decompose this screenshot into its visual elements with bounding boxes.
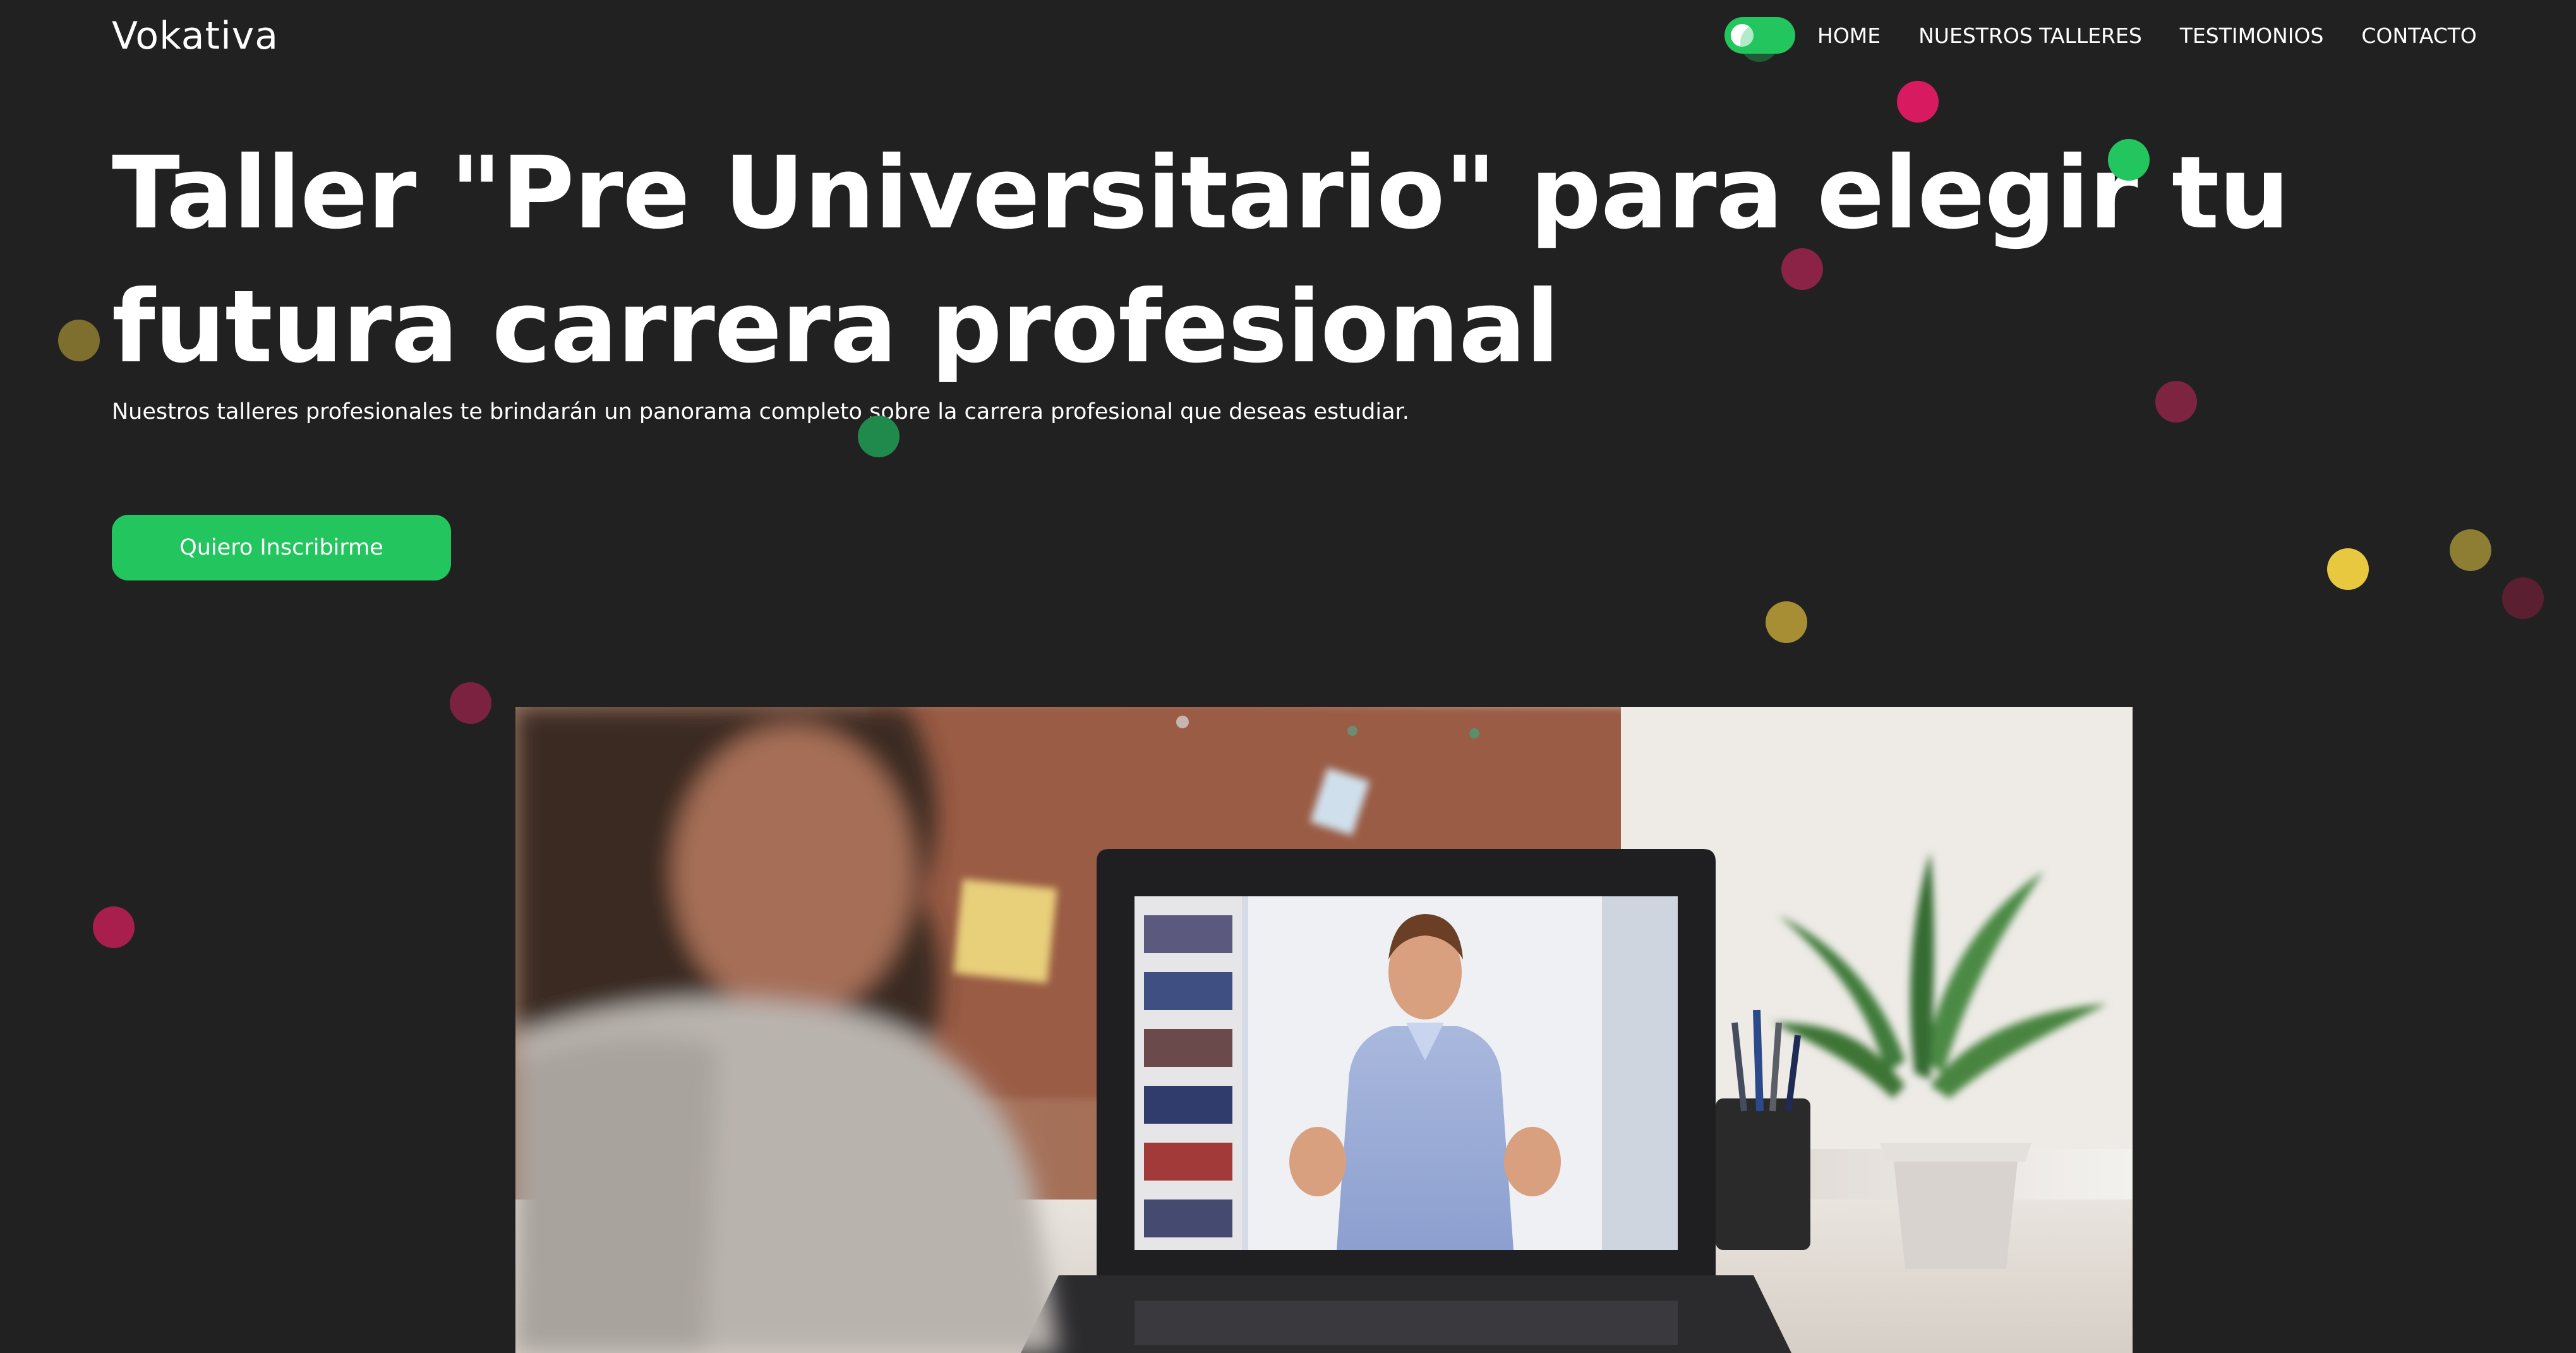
decor-dot xyxy=(2327,548,2369,590)
nav-link-home[interactable]: HOME xyxy=(1817,23,1881,48)
decor-dot xyxy=(1740,24,1778,62)
nav-link-testimonios[interactable]: TESTIMONIOS xyxy=(2180,23,2324,48)
decor-dot xyxy=(93,906,135,948)
nav-link-talleres[interactable]: NUESTROS TALLERES xyxy=(1918,23,2142,48)
decor-dot xyxy=(2155,381,2197,423)
decor-dot xyxy=(858,416,900,457)
hero-image xyxy=(515,707,2133,1353)
decor-dot xyxy=(1781,248,1823,290)
decor-dot xyxy=(450,682,491,724)
brand-logo[interactable]: Vokativa xyxy=(112,14,279,58)
decor-dot xyxy=(2108,139,2150,181)
main-nav: HOME NUESTROS TALLERES TESTIMONIOS CONTA… xyxy=(1724,13,2477,58)
decor-dot xyxy=(58,320,100,361)
hero-title: Taller "Pre Universitario" para elegir t… xyxy=(112,135,2290,385)
decor-dot xyxy=(2502,577,2544,619)
decor-dot xyxy=(1766,601,1807,643)
enroll-button[interactable]: Quiero Inscribirme xyxy=(112,515,451,580)
nav-link-contacto[interactable]: CONTACTO xyxy=(2361,23,2476,48)
decor-dot xyxy=(2450,529,2491,571)
decor-dot xyxy=(1897,81,1939,123)
